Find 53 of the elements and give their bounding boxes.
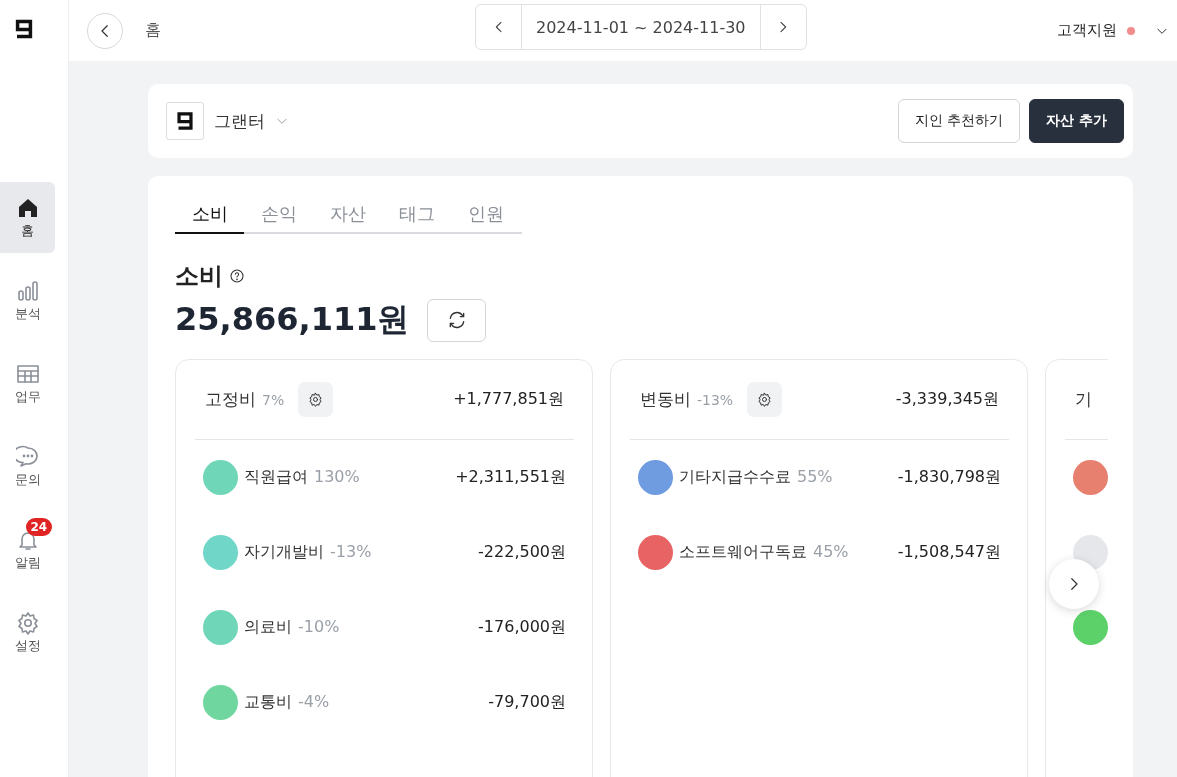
refresh-button[interactable] — [427, 298, 487, 342]
sidebar-item[interactable]: 문의 — [0, 431, 55, 502]
user-name[interactable]: 고객지원 — [1057, 21, 1117, 40]
category-amount: -1,830,798원 — [897, 467, 1001, 488]
category-amount: -176,000원 — [478, 617, 566, 638]
category-percent: 55% — [797, 467, 833, 488]
category-percent: -4% — [298, 692, 330, 713]
category-percent: 45% — [813, 542, 849, 563]
breadcrumb: 홈 — [145, 20, 161, 41]
settings-icon — [308, 392, 324, 407]
group-title: 기 — [1075, 388, 1092, 411]
category-amount: -222,500원 — [478, 542, 566, 563]
category-name[interactable]: 의료비 — [244, 617, 292, 638]
settings-button[interactable] — [747, 382, 783, 417]
group-amount: +1,777,851원 — [453, 389, 564, 410]
category-name[interactable]: 직원급여 — [244, 467, 308, 488]
group-title: 고정비 — [205, 388, 256, 411]
category-name[interactable]: 교통비 — [244, 692, 292, 713]
back-button[interactable] — [87, 12, 123, 49]
sidebar-item[interactable]: 업무 — [0, 348, 55, 419]
category-name[interactable]: 자기개발비 — [244, 542, 324, 563]
tab[interactable]: 소비 — [175, 202, 244, 234]
category-percent: 130% — [314, 467, 360, 488]
category-percent: -13% — [330, 542, 372, 563]
category-name[interactable]: 기타지급수수료 — [679, 467, 791, 488]
date-range[interactable]: 2024-11-01 ~ 2024-11-30 — [521, 5, 761, 49]
settings-icon — [757, 392, 773, 407]
category-percent: -10% — [298, 617, 340, 638]
sidebar-item[interactable]: 24 알림 — [0, 514, 55, 585]
notification-badge: 24 — [25, 517, 53, 536]
total-amount: 25,866,111원 — [175, 299, 410, 340]
bar-chart-icon — [15, 278, 40, 303]
category-amount: -79,700원 — [488, 692, 566, 713]
settings-button[interactable] — [298, 382, 334, 417]
group-percent: 7% — [262, 391, 285, 408]
sidebar-item[interactable]: 분석 — [0, 265, 55, 336]
settings-icon — [15, 610, 40, 635]
referral-button[interactable]: 지인 추천하기 — [897, 99, 1021, 143]
group-percent: -13% — [697, 391, 734, 408]
sidebar-item[interactable]: 설정 — [0, 597, 55, 668]
section-title: 소비 — [175, 261, 223, 292]
group-amount: -3,339,345원 — [895, 389, 999, 410]
chat-bubble-icon — [15, 444, 40, 469]
category-name[interactable]: 소프트웨어구독료 — [679, 542, 807, 563]
category-amount: -1,508,547원 — [897, 542, 1001, 563]
add-asset-button[interactable]: 자산 추가 — [1029, 99, 1124, 143]
category-amount: +2,311,551원 — [455, 467, 566, 488]
help-icon — [229, 268, 245, 284]
group-title: 변동비 — [640, 388, 691, 411]
next-button[interactable] — [1049, 559, 1099, 609]
company-selector[interactable]: 그랜터 — [166, 102, 289, 140]
status-dot — [1127, 26, 1135, 35]
sidebar-item[interactable]: 홈 — [0, 182, 55, 253]
